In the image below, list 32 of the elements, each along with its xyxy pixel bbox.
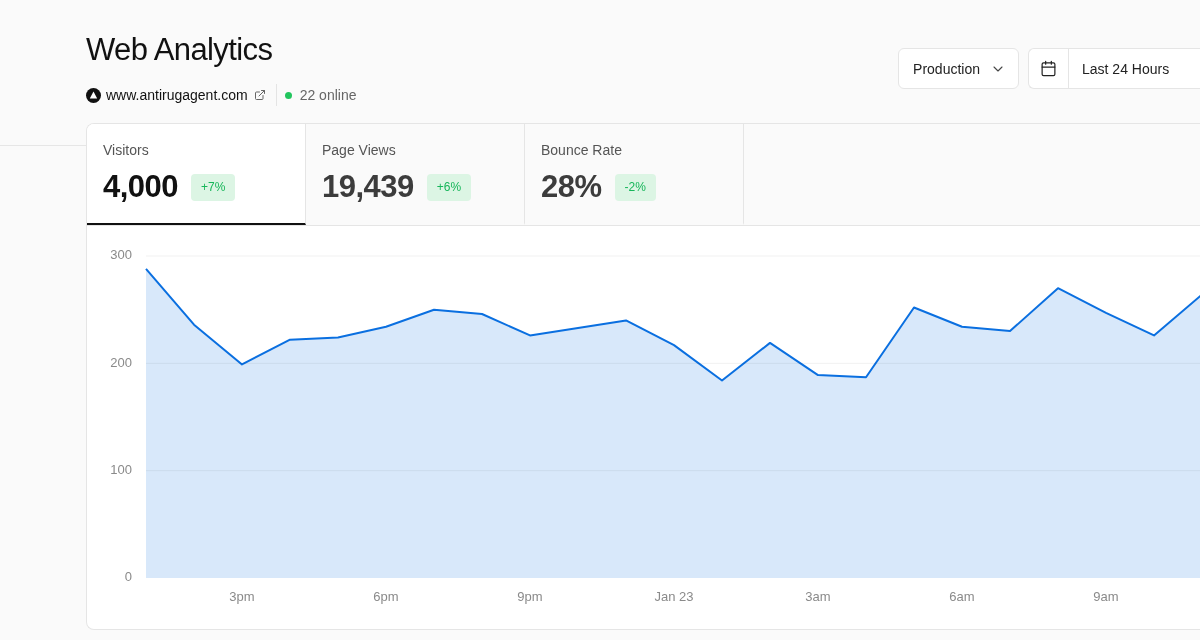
x-axis-label: 3am xyxy=(805,589,831,605)
metric-tab[interactable]: Visitors 4,000 +7% xyxy=(87,124,306,225)
y-axis-label: 200 xyxy=(110,354,132,370)
x-axis-label: 3pm xyxy=(229,589,255,605)
triangle-logo-icon xyxy=(86,87,101,103)
x-axis-label: 9am xyxy=(1093,589,1119,605)
metric-label: Visitors xyxy=(103,141,149,159)
y-axis-label: 100 xyxy=(110,462,132,478)
y-axis-label: 300 xyxy=(110,247,132,263)
online-count: 22 online xyxy=(299,87,357,103)
y-axis-label: 0 xyxy=(124,569,132,585)
site-link[interactable]: www.antirugagent.com xyxy=(106,87,248,103)
x-axis-label: 6am xyxy=(949,589,975,605)
metric-tab[interactable]: Bounce Rate 28% -2% xyxy=(525,124,744,225)
calendar-icon xyxy=(1040,60,1057,77)
change-badge: -2% xyxy=(614,173,656,201)
metric-label: Page Views xyxy=(322,141,396,159)
external-link-icon[interactable] xyxy=(253,89,266,101)
x-axis-label: 6pm xyxy=(373,589,399,605)
page-title: Web Analytics xyxy=(86,32,274,68)
change-badge: +7% xyxy=(191,173,236,201)
metric-value: 4,000 xyxy=(103,169,179,205)
status-dot-icon xyxy=(284,91,292,99)
x-axis-label: 9pm xyxy=(517,589,543,605)
metric-label: Bounce Rate xyxy=(541,141,622,159)
change-badge: +6% xyxy=(426,173,472,201)
metric-value: 19,439 xyxy=(322,169,414,205)
date-range-picker[interactable]: Last 24 Hours xyxy=(1028,48,1200,89)
metric-value: 28% xyxy=(541,169,602,205)
metric-tab[interactable]: Page Views 19,439 +6% xyxy=(306,124,525,225)
environment-dropdown[interactable]: Production xyxy=(898,48,1019,89)
x-axis-label: Jan 23 xyxy=(654,589,694,605)
